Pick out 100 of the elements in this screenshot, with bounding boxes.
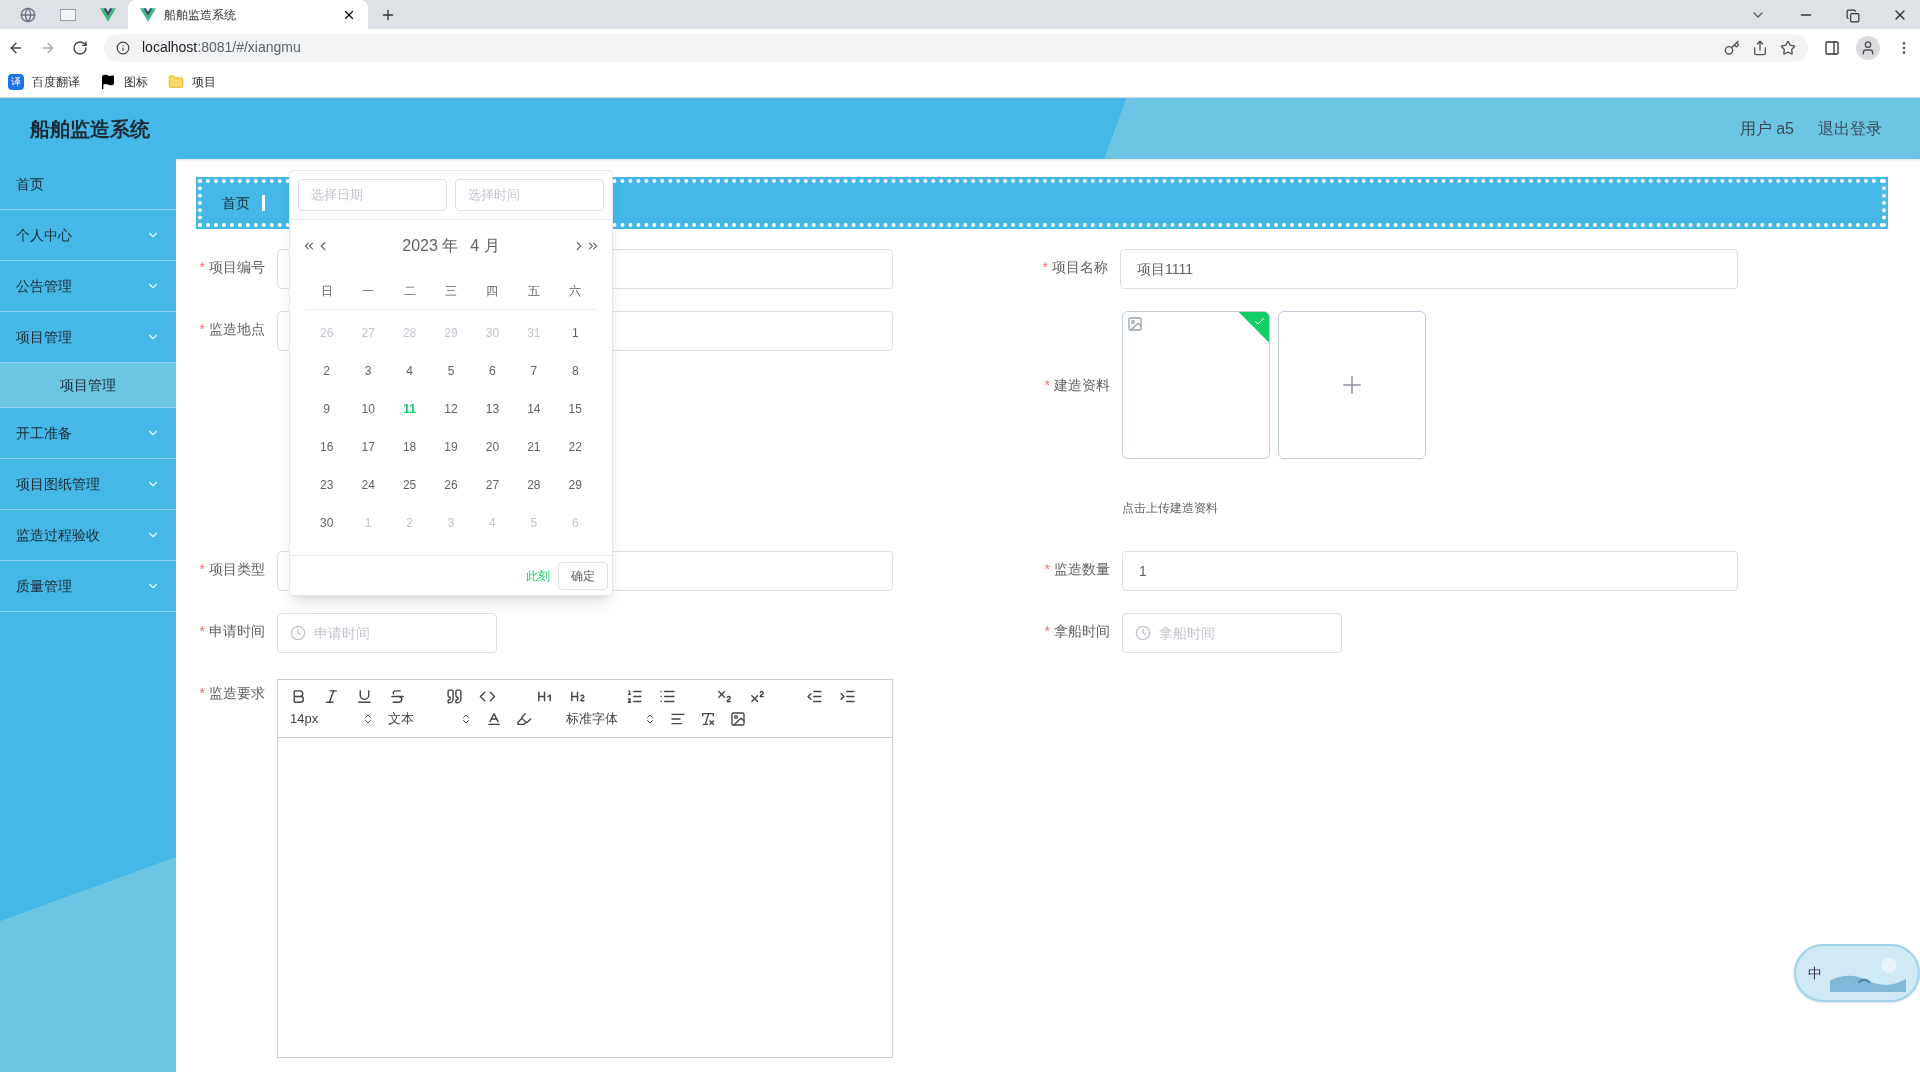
calendar-day[interactable]: 6 xyxy=(489,362,496,380)
subscript-icon[interactable] xyxy=(716,688,733,705)
next-year-icon[interactable] xyxy=(586,239,600,253)
calendar-day[interactable]: 26 xyxy=(444,476,458,494)
calendar-day[interactable]: 7 xyxy=(530,362,538,380)
uploaded-file-thumbnail[interactable] xyxy=(1122,311,1270,459)
calendar-day[interactable]: 12 xyxy=(444,400,458,418)
image-icon[interactable] xyxy=(730,710,746,727)
numbered-list-icon[interactable] xyxy=(626,688,643,705)
profile-icon[interactable] xyxy=(1856,35,1880,60)
sidebar-item[interactable]: 开工准备 xyxy=(0,408,176,459)
bookmark-link[interactable]: 项目 xyxy=(168,72,216,91)
select-dropdown[interactable]: 标准字体 xyxy=(566,709,656,729)
sidebar-subitem[interactable]: 项目管理 xyxy=(0,363,176,408)
sidebar-item[interactable]: 项目图纸管理 xyxy=(0,459,176,510)
field-label: * 项目编号 xyxy=(199,258,265,277)
calendar-day[interactable]: 29 xyxy=(568,476,582,494)
input-field[interactable]: 1 xyxy=(1122,551,1738,591)
weekday-label: 六 xyxy=(569,282,582,300)
quote-icon[interactable] xyxy=(446,688,463,705)
calendar-day[interactable]: 16 xyxy=(320,438,334,456)
translate-icon: 译 xyxy=(8,73,24,90)
italic-icon[interactable] xyxy=(323,688,340,705)
weekday-label: 三 xyxy=(445,282,457,300)
superscript-icon[interactable] xyxy=(749,688,766,705)
indent-icon[interactable] xyxy=(839,688,856,705)
select-dropdown[interactable]: 文本 xyxy=(388,709,472,729)
address-bar[interactable]: localhost:8081/#/xiangmu xyxy=(104,33,1808,62)
field-label: * 项目名称 xyxy=(1042,258,1108,277)
confirm-button[interactable]: 确定 xyxy=(558,561,608,590)
previous-year-icon[interactable] xyxy=(302,239,316,253)
clock-icon xyxy=(290,625,306,641)
field-label: * 项目类型 xyxy=(199,560,265,579)
calendar-day[interactable]: 28 xyxy=(527,476,541,494)
calendar-day[interactable]: 4 xyxy=(406,362,413,380)
breadcrumb-link[interactable]: 首页 xyxy=(222,192,250,214)
calendar-day[interactable]: 23 xyxy=(320,476,334,494)
bullet-list-icon[interactable] xyxy=(659,688,676,705)
field-label: * 监造要求 xyxy=(199,684,265,703)
star-icon[interactable] xyxy=(1780,39,1796,56)
calendar-day[interactable]: 10 xyxy=(361,400,375,418)
key-icon[interactable] xyxy=(1724,39,1740,56)
calendar-day[interactable]: 14 xyxy=(527,400,541,418)
calendar-day[interactable]: 25 xyxy=(402,476,417,494)
calendar-day[interactable]: 13 xyxy=(485,400,500,418)
calendar-day[interactable]: 24 xyxy=(361,476,375,494)
bookmark-link[interactable]: 译 百度翻译 xyxy=(8,72,80,91)
share-icon[interactable] xyxy=(1752,39,1768,56)
vue-logo-icon xyxy=(100,6,116,23)
calendar-day[interactable]: 18 xyxy=(402,438,417,456)
sidebar-item[interactable]: 质量管理 xyxy=(0,561,176,612)
calendar-day[interactable]: 15 xyxy=(568,400,582,418)
side-panel-icon[interactable] xyxy=(1824,39,1840,56)
page-icon xyxy=(60,8,76,21)
clock-icon xyxy=(1135,625,1151,641)
weekday-label: 四 xyxy=(486,282,499,300)
broken-image-icon xyxy=(1127,316,1143,332)
restore-icon[interactable] xyxy=(1846,9,1860,23)
select-dropdown[interactable]: 14px xyxy=(290,709,374,729)
weekday-label: 五 xyxy=(527,282,540,300)
input-field[interactable]: 项目1111 xyxy=(1120,249,1738,289)
year-label[interactable]: 2023 年 xyxy=(402,234,459,258)
calendar-day[interactable]: 2 xyxy=(323,362,331,380)
clear-format-icon[interactable] xyxy=(700,710,716,727)
calendar-day[interactable]: 8 xyxy=(571,362,579,380)
sidebar-item[interactable]: 首页 xyxy=(0,159,176,210)
up-down-arrows-icon xyxy=(644,712,656,725)
calendar-day[interactable]: 9 xyxy=(323,400,331,418)
calendar-day[interactable]: 30 xyxy=(320,514,334,532)
reload-icon[interactable] xyxy=(72,39,88,56)
logout-link[interactable]: 退出登录 xyxy=(1818,116,1882,141)
calendar-day[interactable]: 20 xyxy=(485,438,500,456)
calendar-day[interactable]: 17 xyxy=(361,438,375,456)
text-color-icon[interactable] xyxy=(486,710,502,727)
month-label[interactable]: 4 月 xyxy=(470,234,500,258)
new-tab-icon[interactable] xyxy=(380,7,396,23)
app-title: 船舶监造系统 xyxy=(30,116,150,142)
field-label: * 建造资料 xyxy=(1044,376,1110,395)
up-down-arrows-icon xyxy=(460,712,472,725)
sidebar-item[interactable]: 监造过程验收 xyxy=(0,510,176,561)
calendar-day[interactable]: 3 xyxy=(364,362,372,380)
calendar-day[interactable]: 22 xyxy=(568,438,582,456)
underline-icon[interactable] xyxy=(356,688,373,705)
calendar-day[interactable]: 19 xyxy=(444,438,458,456)
calendar-day[interactable]: 5 xyxy=(447,362,455,380)
bookmark-link[interactable]: 图标 xyxy=(100,72,148,91)
browser-tab[interactable]: 船舶监造系统 xyxy=(128,0,368,29)
calendar-day[interactable]: 21 xyxy=(527,438,541,456)
field-label: * 申请时间 xyxy=(199,622,265,641)
floating-widget[interactable]: 中 xyxy=(1794,944,1920,1002)
strikethrough-icon[interactable] xyxy=(389,688,406,705)
calendar-day[interactable]: 1 xyxy=(571,324,579,342)
sidebar-item[interactable]: 公告管理 xyxy=(0,261,176,312)
highlight-icon[interactable] xyxy=(516,710,532,727)
flag-icon xyxy=(100,73,116,90)
globe-icon xyxy=(20,6,36,23)
upload-hint: 点击上传建造资料 xyxy=(1122,500,1219,517)
sidebar-item[interactable]: 个人中心 xyxy=(0,210,176,261)
calendar-day[interactable]: 27 xyxy=(485,476,500,494)
outdent-icon[interactable] xyxy=(806,688,823,705)
